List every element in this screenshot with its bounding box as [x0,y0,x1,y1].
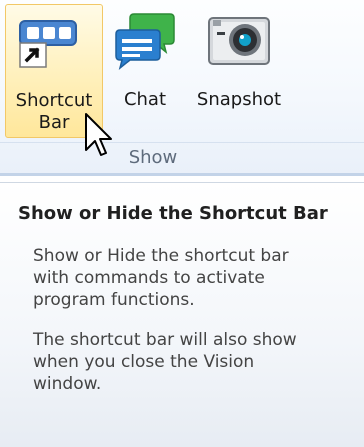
camera-icon [208,17,270,65]
mouse-pointer-icon [85,113,112,156]
ribbon-group-show: Shortcut Bar Chat Snapshot Show [0,0,364,176]
tooltip-p2-line: The shortcut bar will also show [33,330,297,350]
tooltip-title: Show or Hide the Shortcut Bar [18,203,328,224]
tooltip-p1-line: program functions. [33,290,195,310]
tooltip-p2-line: when you close the Vision [33,352,255,372]
tooltip-p2-line: window. [33,374,102,394]
tooltip-p1-line: with commands to activate [33,268,265,288]
snapshot-label: Snapshot [196,89,282,110]
chat-button[interactable]: Chat [104,0,186,140]
tooltip-paragraph-2: The shortcut bar will also show when you… [33,329,353,395]
chat-label: Chat [123,89,167,110]
tooltip-p1-line: Show or Hide the shortcut bar [33,246,289,266]
snapshot-button[interactable]: Snapshot [186,0,292,140]
tooltip-panel: Show or Hide the Shortcut Bar Show or Hi… [0,182,364,447]
shortcut-bar-label-line1: Shortcut [15,90,93,111]
tooltip-paragraph-1: Show or Hide the shortcut bar with comma… [33,245,353,311]
shortcut-bar-icon [19,20,77,68]
ribbon-bottom-border [0,173,364,176]
group-label: Show [128,147,178,168]
chat-icon [115,13,175,70]
group-separator [0,142,364,143]
